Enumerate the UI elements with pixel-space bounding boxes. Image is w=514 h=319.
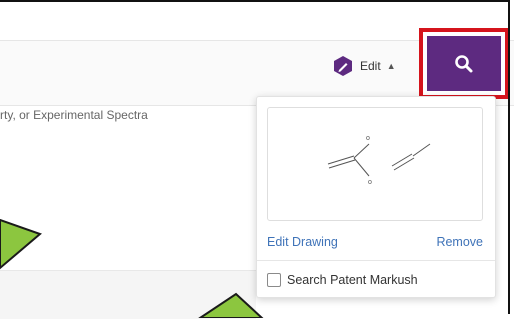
screenshot-frame bbox=[0, 0, 510, 314]
